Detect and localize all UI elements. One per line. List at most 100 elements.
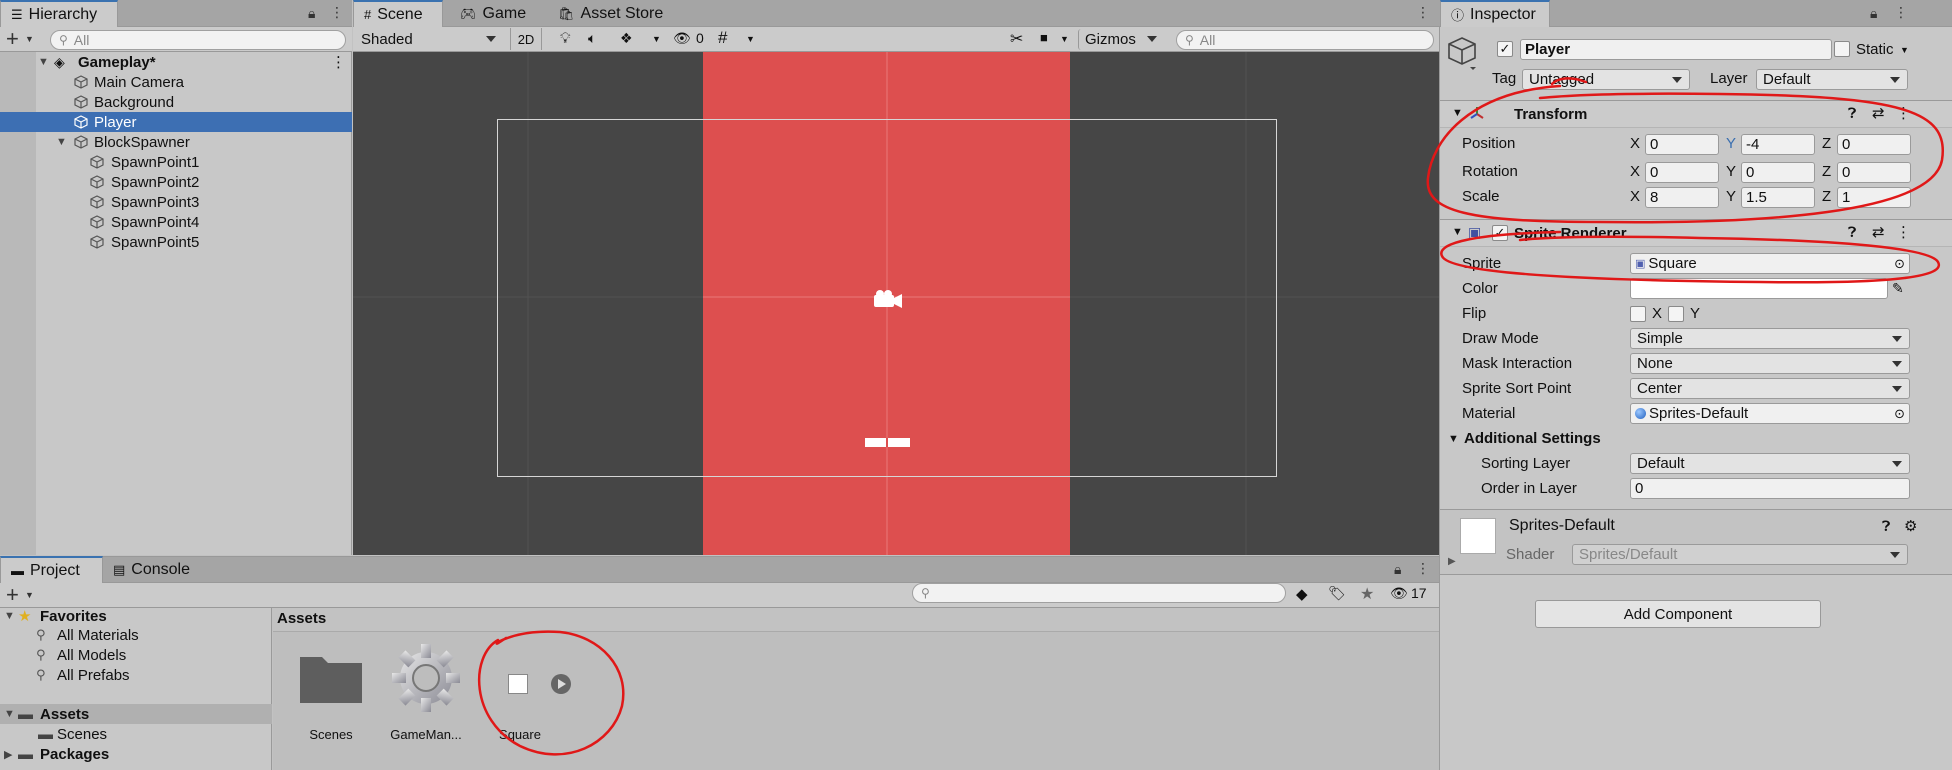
label-tag-icon[interactable]: 🏷︎ [1328, 585, 1346, 602]
favorite-star-icon[interactable]: ★ [1360, 584, 1374, 604]
hierarchy-item[interactable]: ▼ BlockSpawner [0, 132, 352, 152]
tab-inspector[interactable]: ⓘ Inspector [1440, 0, 1550, 27]
asset-item[interactable]: Square [480, 645, 571, 745]
active-toggle-checkbox[interactable]: ✓ [1497, 41, 1513, 57]
lock-icon[interactable]: 🔒︎ [1870, 5, 1877, 22]
additional-settings-label[interactable]: Additional Settings [1464, 430, 1601, 447]
kebab-menu-icon[interactable]: ⋮ [330, 4, 344, 21]
scale-y-input[interactable]: 1.5 [1741, 187, 1815, 208]
component-enabled-checkbox[interactable]: ✓ [1492, 225, 1508, 241]
object-picker-icon[interactable]: ⊙ [1894, 256, 1905, 272]
kebab-menu-icon[interactable]: ⋮ [1896, 223, 1911, 241]
help-icon[interactable]: ❓︎ [1882, 518, 1890, 535]
expand-arrow-icon[interactable]: ▼ [4, 708, 15, 720]
search-by-type-icon[interactable]: ◆ [1296, 585, 1308, 603]
audio-icon[interactable]: 🔈︎ [588, 30, 596, 47]
rotation-x-input[interactable]: 0 [1645, 162, 1719, 183]
axis-x-label[interactable]: X [1630, 135, 1640, 152]
add-component-button[interactable]: Add Component [1535, 600, 1821, 628]
lighting-icon[interactable]: 💡︎ [560, 30, 571, 47]
scene-viewport[interactable] [353, 52, 1439, 555]
flip-y-checkbox[interactable] [1668, 306, 1684, 322]
scene-root-row[interactable]: ▼ ◈ Gameplay* ⋮ [0, 52, 352, 72]
folder-item[interactable]: ▬ Scenes [0, 724, 272, 744]
camera-gizmo-icon[interactable] [871, 288, 905, 312]
axis-z-label[interactable]: Z [1822, 188, 1831, 205]
kebab-menu-icon[interactable]: ⋮ [1894, 4, 1908, 21]
expand-arrow-icon[interactable]: ▼ [1452, 107, 1463, 119]
chevron-down-icon[interactable]: ▼ [1060, 34, 1069, 44]
hierarchy-item[interactable]: SpawnPoint1 [0, 152, 352, 172]
position-z-input[interactable]: 0 [1837, 134, 1911, 155]
sort-point-dropdown[interactable]: Center [1630, 378, 1910, 399]
gear-icon[interactable]: ⚙︎ [1904, 517, 1917, 535]
add-icon[interactable]: + [6, 582, 19, 608]
eyedropper-icon[interactable]: ✎ [1892, 280, 1904, 297]
hierarchy-item[interactable]: SpawnPoint3 [0, 192, 352, 212]
hierarchy-item-selected[interactable]: Player [0, 112, 352, 132]
axis-x-label[interactable]: X [1630, 163, 1640, 180]
gizmos-dropdown[interactable]: Gizmos [1078, 29, 1164, 50]
expand-arrow-icon[interactable]: ▼ [38, 56, 49, 68]
axis-y-label[interactable]: Y [1726, 188, 1736, 205]
grid-snap-icon[interactable]: # [718, 28, 727, 48]
hierarchy-item[interactable]: SpawnPoint2 [0, 172, 352, 192]
expand-arrow-icon[interactable]: ▼ [1452, 226, 1463, 238]
color-field[interactable] [1630, 278, 1888, 299]
chevron-down-icon[interactable]: ▼ [746, 34, 755, 44]
hierarchy-item[interactable]: SpawnPoint5 [0, 232, 352, 252]
tab-project[interactable]: ▬ Project [0, 556, 103, 583]
shader-dropdown[interactable]: Sprites/Default [1572, 544, 1908, 565]
lock-icon[interactable]: 🔒︎ [1394, 561, 1401, 578]
kebab-menu-icon[interactable]: ⋮ [1416, 560, 1430, 577]
chevron-down-icon[interactable]: ▼ [25, 590, 34, 600]
tab-console[interactable]: ▤ Console [103, 556, 200, 583]
tab-hierarchy[interactable]: ☰ Hierarchy [0, 0, 118, 27]
axis-z-label[interactable]: Z [1822, 163, 1831, 180]
expand-arrow-icon[interactable]: ▼ [1448, 433, 1459, 445]
tag-dropdown[interactable]: Untagged [1522, 69, 1690, 90]
favorites-row[interactable]: ▼ ★ Favorites [0, 606, 272, 626]
shading-mode-dropdown[interactable]: Shaded [355, 29, 503, 50]
assets-folder-row[interactable]: ▼ ▬ Assets [0, 704, 272, 724]
sorting-layer-dropdown[interactable]: Default [1630, 453, 1910, 474]
tab-scene[interactable]: # Scene [353, 0, 443, 27]
tab-asset-store[interactable]: 🛍︎ Asset Store [548, 0, 673, 27]
position-x-input[interactable]: 0 [1645, 134, 1719, 155]
chevron-down-icon[interactable]: ▼ [1900, 45, 1909, 55]
kebab-menu-icon[interactable]: ⋮ [1416, 4, 1430, 21]
play-circle-icon[interactable] [550, 673, 572, 695]
hierarchy-item[interactable]: Background [0, 92, 352, 112]
sprite-renderer-header[interactable]: ▼ ▣ ✓ Sprite Renderer ❓︎ ⇄ ⋮ [1440, 219, 1952, 247]
transform-header[interactable]: ▼ Transform ❓︎ ⇄ ⋮ [1440, 100, 1952, 128]
kebab-menu-icon[interactable]: ⋮ [331, 53, 346, 71]
expand-arrow-icon[interactable]: ▼ [56, 136, 67, 148]
hierarchy-item[interactable]: Main Camera [0, 72, 352, 92]
help-icon[interactable]: ❓︎ [1848, 224, 1856, 241]
layer-dropdown[interactable]: Default [1756, 69, 1908, 90]
hidden-objects-icon[interactable]: 👁︎ [673, 30, 691, 47]
axis-x-label[interactable]: X [1630, 188, 1640, 205]
scene-search-input[interactable]: ⚲ All [1176, 30, 1434, 50]
asset-item[interactable]: Scenes [290, 645, 370, 745]
effects-icon[interactable]: ❖ [620, 30, 633, 47]
rotation-y-input[interactable]: 0 [1741, 162, 1815, 183]
expand-arrow-icon[interactable]: ▼ [4, 610, 15, 622]
add-icon[interactable]: + [6, 26, 19, 52]
flip-x-checkbox[interactable] [1630, 306, 1646, 322]
order-in-layer-input[interactable]: 0 [1630, 478, 1910, 499]
axis-y-label[interactable]: Y [1726, 163, 1736, 180]
hierarchy-search-input[interactable]: ⚲ All [50, 30, 346, 50]
position-y-input[interactable]: -4 [1741, 134, 1815, 155]
static-checkbox[interactable] [1834, 41, 1850, 57]
asset-item[interactable]: GameMan... [386, 644, 466, 745]
scale-z-input[interactable]: 1 [1837, 187, 1911, 208]
assets-breadcrumb[interactable]: Assets [277, 610, 326, 627]
presets-icon[interactable]: ⇄ [1872, 104, 1885, 122]
object-picker-icon[interactable]: ⊙ [1894, 406, 1905, 422]
expand-arrow-icon[interactable]: ▶ [1448, 556, 1456, 567]
object-name-input[interactable]: Player [1520, 39, 1832, 60]
mask-interaction-dropdown[interactable]: None [1630, 353, 1910, 374]
material-object-field[interactable]: Sprites-Default ⊙ [1630, 403, 1910, 424]
camera-icon[interactable]: ■ [1040, 30, 1048, 45]
